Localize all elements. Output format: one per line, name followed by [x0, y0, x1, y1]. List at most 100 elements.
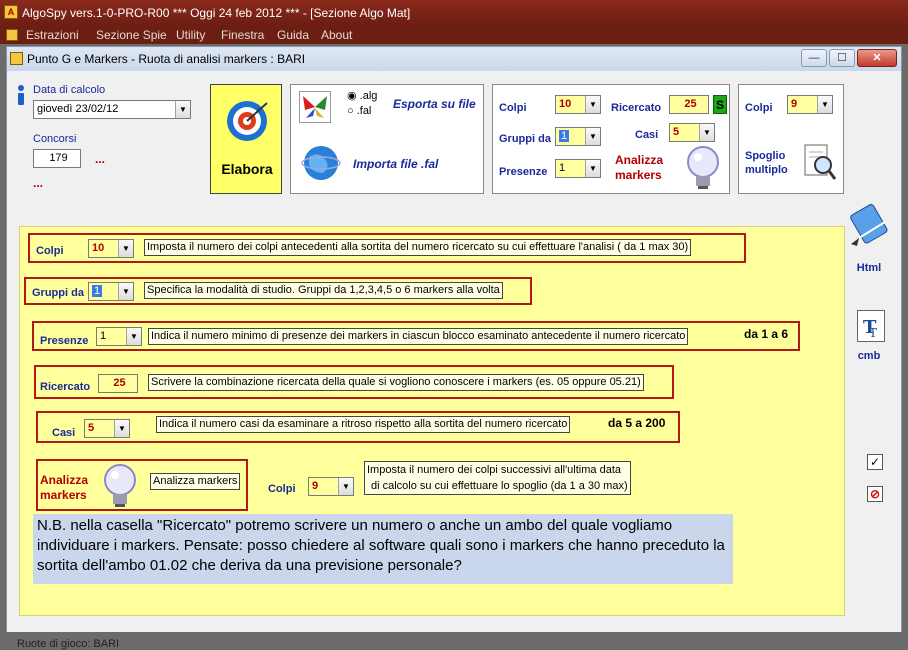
- menu-about[interactable]: About: [321, 26, 352, 44]
- params-panel: Colpi 10 ▼ Gruppi da 1 ▼ Presenze 1 ▼ Ricer…: [492, 84, 730, 194]
- spoglio-colpi-select[interactable]: 9 ▼: [787, 95, 833, 114]
- radio-fal-dot: ○: [347, 105, 357, 117]
- app-title-bar: A AlgoSpy vers.1-0-PRO-R00 *** Oggi 24 f…: [0, 0, 908, 26]
- confirm-checkbox[interactable]: ✓: [867, 454, 883, 470]
- presenze-select[interactable]: 1 ▼: [555, 159, 601, 178]
- lightbulb-icon[interactable]: [100, 463, 140, 509]
- help-gruppi-select[interactable]: 1 ▼: [88, 282, 134, 301]
- help-presenze-value: 1: [100, 330, 107, 342]
- help-ricercato-input[interactable]: 25: [98, 374, 138, 393]
- target-icon: [225, 99, 269, 143]
- help-row-casi: Casi 5 ▼ Indica il numero casi da esamina…: [36, 411, 680, 443]
- help-colpi-value: 10: [92, 242, 105, 254]
- chevron-down-icon: ▼: [585, 128, 600, 145]
- help-analizza-tip: Analizza markers: [150, 473, 241, 490]
- radio-fal-label: .fal: [356, 105, 372, 117]
- radio-fal[interactable]: ○ .fal: [347, 105, 371, 117]
- export-panel: ◉ .alg ○ .fal Esporta su file Importa fi…: [290, 84, 484, 194]
- chevron-down-icon: ▼: [126, 328, 141, 345]
- spoglio-colpi-label: Colpi: [745, 102, 773, 114]
- no-entry-icon: ⊘: [869, 487, 881, 501]
- cancel-checkbox[interactable]: ⊘: [867, 486, 883, 502]
- gruppi-label: Gruppi da: [499, 133, 551, 145]
- casi-label: Casi: [635, 129, 659, 141]
- inner-window: Punto G e Markers - Ruota di analisi mar…: [6, 46, 902, 650]
- app-icon: A: [4, 5, 18, 19]
- s-badge-button[interactable]: S: [713, 95, 727, 114]
- butterfly-icon[interactable]: [299, 91, 331, 123]
- inner-title-bar: Punto G e Markers - Ruota di analisi mar…: [7, 47, 901, 71]
- chevron-down-icon: ▼: [175, 101, 190, 118]
- concorsi-more-button-2[interactable]: ...: [33, 176, 43, 190]
- spoglio-colpi-value: 9: [791, 98, 798, 110]
- maximize-button[interactable]: ☐: [829, 49, 855, 67]
- colpi-select[interactable]: 10 ▼: [555, 95, 601, 114]
- help-casi-select[interactable]: 5 ▼: [84, 419, 130, 438]
- chevron-down-icon: ▼: [338, 478, 353, 495]
- lightbulb-icon[interactable]: [683, 145, 723, 191]
- elabora-label: Elabora: [221, 161, 273, 177]
- help-presenze-tip: Indica il numero minimo di presenze dei …: [148, 328, 689, 345]
- help-presenze-range: da 1 a 6: [744, 327, 789, 341]
- help-spoglio-tip-line1: Imposta il numero dei colpi successivi a…: [367, 464, 621, 476]
- help-row-colpi: Colpi 10 ▼ Imposta il numero dei colpi an…: [28, 233, 746, 263]
- help-spoglio-select[interactable]: 9 ▼: [308, 477, 354, 496]
- help-ricercato-tip: Scrivere la combinazione ricercata della…: [148, 374, 644, 391]
- help-casi-tip: Indica il numero casi da esaminare a rit…: [156, 416, 571, 433]
- app-title: AlgoSpy vers.1-0-PRO-R00 *** Oggi 24 feb…: [22, 6, 411, 20]
- presenze-label: Presenze: [499, 166, 548, 178]
- radio-alg[interactable]: ◉ .alg: [347, 89, 377, 102]
- menu-sezione-spie[interactable]: Sezione Spie: [96, 26, 167, 44]
- help-gruppi-value: 1: [92, 285, 103, 297]
- menu-finestra[interactable]: Finestra: [221, 26, 264, 44]
- close-button[interactable]: ✕: [857, 49, 897, 67]
- mdi-icon[interactable]: [6, 29, 18, 41]
- cmb-icon[interactable]: TT: [857, 310, 885, 342]
- menu-utility[interactable]: Utility: [176, 26, 205, 44]
- export-button[interactable]: Esporta su file: [393, 97, 476, 111]
- concorsi-input[interactable]: 179: [33, 149, 81, 168]
- chevron-down-icon: ▼: [585, 96, 600, 113]
- window-icon: [10, 52, 23, 65]
- chevron-down-icon: ▼: [118, 283, 133, 300]
- chevron-down-icon: ▼: [585, 160, 600, 177]
- help-colpi-select[interactable]: 10 ▼: [88, 239, 134, 258]
- casi-select[interactable]: 5 ▼: [669, 123, 715, 142]
- data-calcolo-select[interactable]: giovedì 23/02/12 ▼: [33, 100, 191, 119]
- html-label: Html: [856, 262, 882, 274]
- help-casi-range: da 5 a 200: [608, 416, 666, 430]
- help-gruppi-tip: Specifica la modalità di studio. Gruppi …: [144, 282, 503, 299]
- help-presenze-select[interactable]: 1 ▼: [96, 327, 142, 346]
- html-icon[interactable]: [847, 204, 891, 248]
- chevron-down-icon: ▼: [817, 96, 832, 113]
- help-casi-value: 5: [88, 422, 95, 434]
- svg-text:T: T: [869, 326, 877, 340]
- chevron-down-icon: ▼: [118, 240, 133, 257]
- status-bar: Ruote di gioco: BARI: [17, 638, 120, 650]
- help-colpi-tip: Imposta il numero dei colpi antecedenti …: [144, 239, 692, 256]
- data-calcolo-value: giovedì 23/02/12: [37, 103, 119, 115]
- menu-estrazioni[interactable]: Estrazioni: [26, 26, 79, 44]
- help-casi-label: Casi: [52, 427, 76, 439]
- globe-icon[interactable]: [301, 143, 341, 183]
- elabora-button[interactable]: Elabora: [210, 84, 282, 194]
- menu-guida[interactable]: Guida: [277, 26, 309, 44]
- ricercato-input[interactable]: 25: [669, 95, 709, 114]
- concorsi-label: Concorsi: [33, 133, 77, 145]
- import-button[interactable]: Importa file .fal: [353, 157, 438, 171]
- help-analizza-label: Analizza markers: [40, 473, 89, 502]
- ricercato-label: Ricercato: [611, 102, 662, 114]
- minimize-button[interactable]: —: [801, 49, 827, 67]
- gruppi-select[interactable]: 1 ▼: [555, 127, 601, 146]
- inner-title: Punto G e Markers - Ruota di analisi mar…: [27, 52, 306, 66]
- help-colpi-label: Colpi: [36, 245, 64, 257]
- info-icon: [13, 84, 29, 106]
- chevron-down-icon: ▼: [699, 124, 714, 141]
- concorsi-more-button[interactable]: ...: [95, 152, 105, 166]
- spoglio-panel: Colpi 9 ▼ Spoglio multiplo: [738, 84, 844, 194]
- chevron-down-icon: ▼: [114, 420, 129, 437]
- magnifier-icon[interactable]: [803, 143, 837, 183]
- casi-value: 5: [673, 126, 680, 138]
- colpi-label: Colpi: [499, 102, 527, 114]
- help-spoglio-tip: Imposta il numero dei colpi successivi a…: [364, 461, 631, 495]
